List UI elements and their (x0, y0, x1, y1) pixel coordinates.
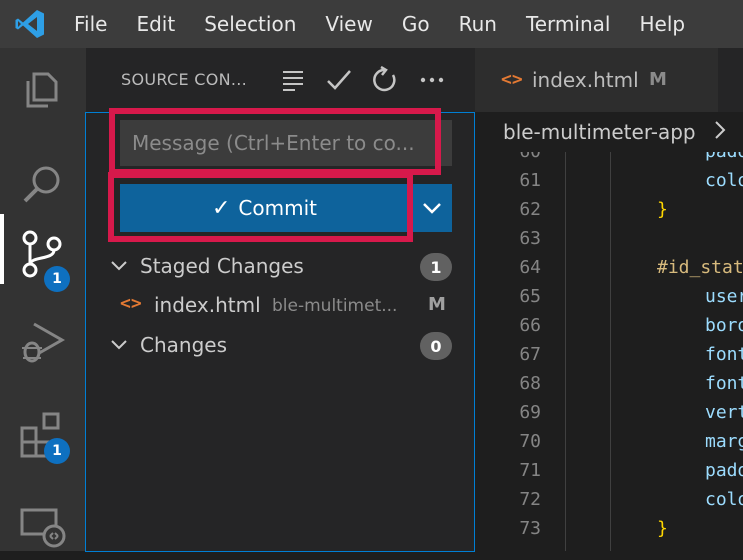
line-number: 61 (519, 170, 541, 191)
code-text: } (657, 199, 668, 220)
commit-check-icon[interactable] (325, 66, 353, 94)
tab-index-html[interactable]: <> index.html M (475, 48, 719, 112)
view-as-list-icon[interactable] (279, 66, 307, 94)
menu-terminal[interactable]: Terminal (526, 12, 611, 36)
commit-button-label: Commit (238, 196, 317, 220)
commit-dropdown-button[interactable] (411, 184, 452, 232)
line-number: 72 (519, 489, 541, 510)
code-line: 66 bord (475, 315, 743, 344)
code-text: padd (705, 460, 743, 481)
activity-extensions[interactable]: 1 (0, 394, 86, 464)
tab-modified-status: M (649, 69, 667, 90)
code-line: 73} (475, 518, 743, 547)
activity-run-debug[interactable] (0, 302, 86, 372)
code-line: 72 colo (475, 489, 743, 518)
menu-help[interactable]: Help (639, 12, 685, 36)
line-number: 63 (519, 228, 541, 249)
staged-changes-label: Staged Changes (140, 254, 304, 278)
line-number: 66 (519, 315, 541, 336)
code-line: 65 user (475, 286, 743, 315)
code-line: 68 font (475, 373, 743, 402)
activity-bar: 1 1 (0, 48, 86, 551)
line-number: 67 (519, 344, 541, 365)
changes-count: 0 (420, 332, 452, 360)
check-icon: ✓ (211, 195, 231, 221)
chevron-right-icon (715, 121, 726, 139)
menu-selection[interactable]: Selection (204, 12, 296, 36)
changes-header[interactable]: Changes 0 (86, 330, 475, 362)
activity-source-control[interactable]: 1 (0, 214, 86, 292)
line-number: 65 (519, 286, 541, 307)
code-line: 70 marg (475, 431, 743, 460)
code-line: 71 padd (475, 460, 743, 489)
editor-tab-bar: <> index.html M (475, 48, 743, 112)
code-text: #id_stat (657, 257, 743, 278)
code-text: bord (705, 315, 743, 336)
code-text: colo (705, 489, 743, 510)
code-text: vert (705, 402, 743, 423)
line-number: 64 (519, 257, 541, 278)
code-line: 62} (475, 199, 743, 228)
staged-file-row[interactable]: <> index.html ble-multimet... M (86, 291, 475, 323)
line-number: 73 (519, 518, 541, 539)
code-line: 69 vert (475, 402, 743, 431)
editor-area: <> index.html M 60padd61colo62}6364#id_s… (475, 48, 743, 551)
chevron-down-icon (111, 261, 127, 271)
menu-run[interactable]: Run (459, 12, 497, 36)
activity-remote-explorer[interactable] (0, 490, 86, 560)
staged-changes-header[interactable]: Staged Changes 1 (86, 251, 475, 283)
activity-search[interactable] (0, 148, 86, 218)
explorer-icon (26, 72, 58, 108)
html-file-icon: <> (501, 69, 523, 90)
vscode-logo-icon (15, 10, 44, 38)
source-control-header: SOURCE CON... (86, 48, 475, 112)
staged-changes-count: 1 (420, 253, 452, 281)
file-status: M (428, 294, 446, 315)
code-line: 63 (475, 228, 743, 257)
source-control-panel: SOURCE CON... ✓ Commit (85, 48, 475, 552)
menu-bar: File Edit Selection View Go Run Terminal… (0, 0, 743, 48)
breadcrumb: ble-multimeter-app (475, 112, 743, 152)
html-file-icon: <> (120, 293, 142, 314)
menu-go[interactable]: Go (402, 12, 430, 36)
code-text: colo (705, 170, 743, 191)
code-text: marg (705, 431, 743, 452)
line-number: 68 (519, 373, 541, 394)
file-path: ble-multimet... (272, 296, 398, 316)
line-number: 62 (519, 199, 541, 220)
code-text: } (657, 518, 668, 539)
commit-message-input[interactable] (120, 120, 452, 166)
code-line: 64 #id_stat (475, 257, 743, 286)
remote-explorer-icon (20, 508, 66, 548)
code-editor[interactable]: 60padd61colo62}6364#id_stat65user66bord6… (475, 141, 743, 551)
code-text: font (705, 373, 743, 394)
code-line: 61 colo (475, 170, 743, 199)
file-name: index.html (154, 293, 261, 317)
extensions-badge: 1 (44, 438, 70, 464)
refresh-icon[interactable] (371, 66, 399, 94)
menu-edit[interactable]: Edit (136, 12, 175, 36)
chevron-down-icon (111, 340, 127, 350)
run-debug-icon (22, 322, 66, 363)
tab-label: index.html (532, 68, 639, 92)
code-line: 67 font (475, 344, 743, 373)
line-number: 69 (519, 402, 541, 423)
chevron-down-icon (422, 203, 441, 214)
more-actions-icon[interactable] (418, 66, 446, 94)
menu-file[interactable]: File (74, 12, 107, 36)
breadcrumb-folder[interactable]: ble-multimeter-app (503, 120, 696, 144)
changes-label: Changes (140, 333, 227, 357)
source-control-badge: 1 (44, 266, 70, 292)
commit-button[interactable]: ✓ Commit (120, 184, 409, 232)
activity-explorer[interactable] (0, 52, 86, 122)
line-number: 71 (519, 460, 541, 481)
search-icon (23, 166, 60, 203)
source-control-title: SOURCE CON... (121, 70, 248, 89)
code-text: user (705, 286, 743, 307)
menu-view[interactable]: View (325, 12, 372, 36)
line-number: 70 (519, 431, 541, 452)
code-text: font (705, 344, 743, 365)
